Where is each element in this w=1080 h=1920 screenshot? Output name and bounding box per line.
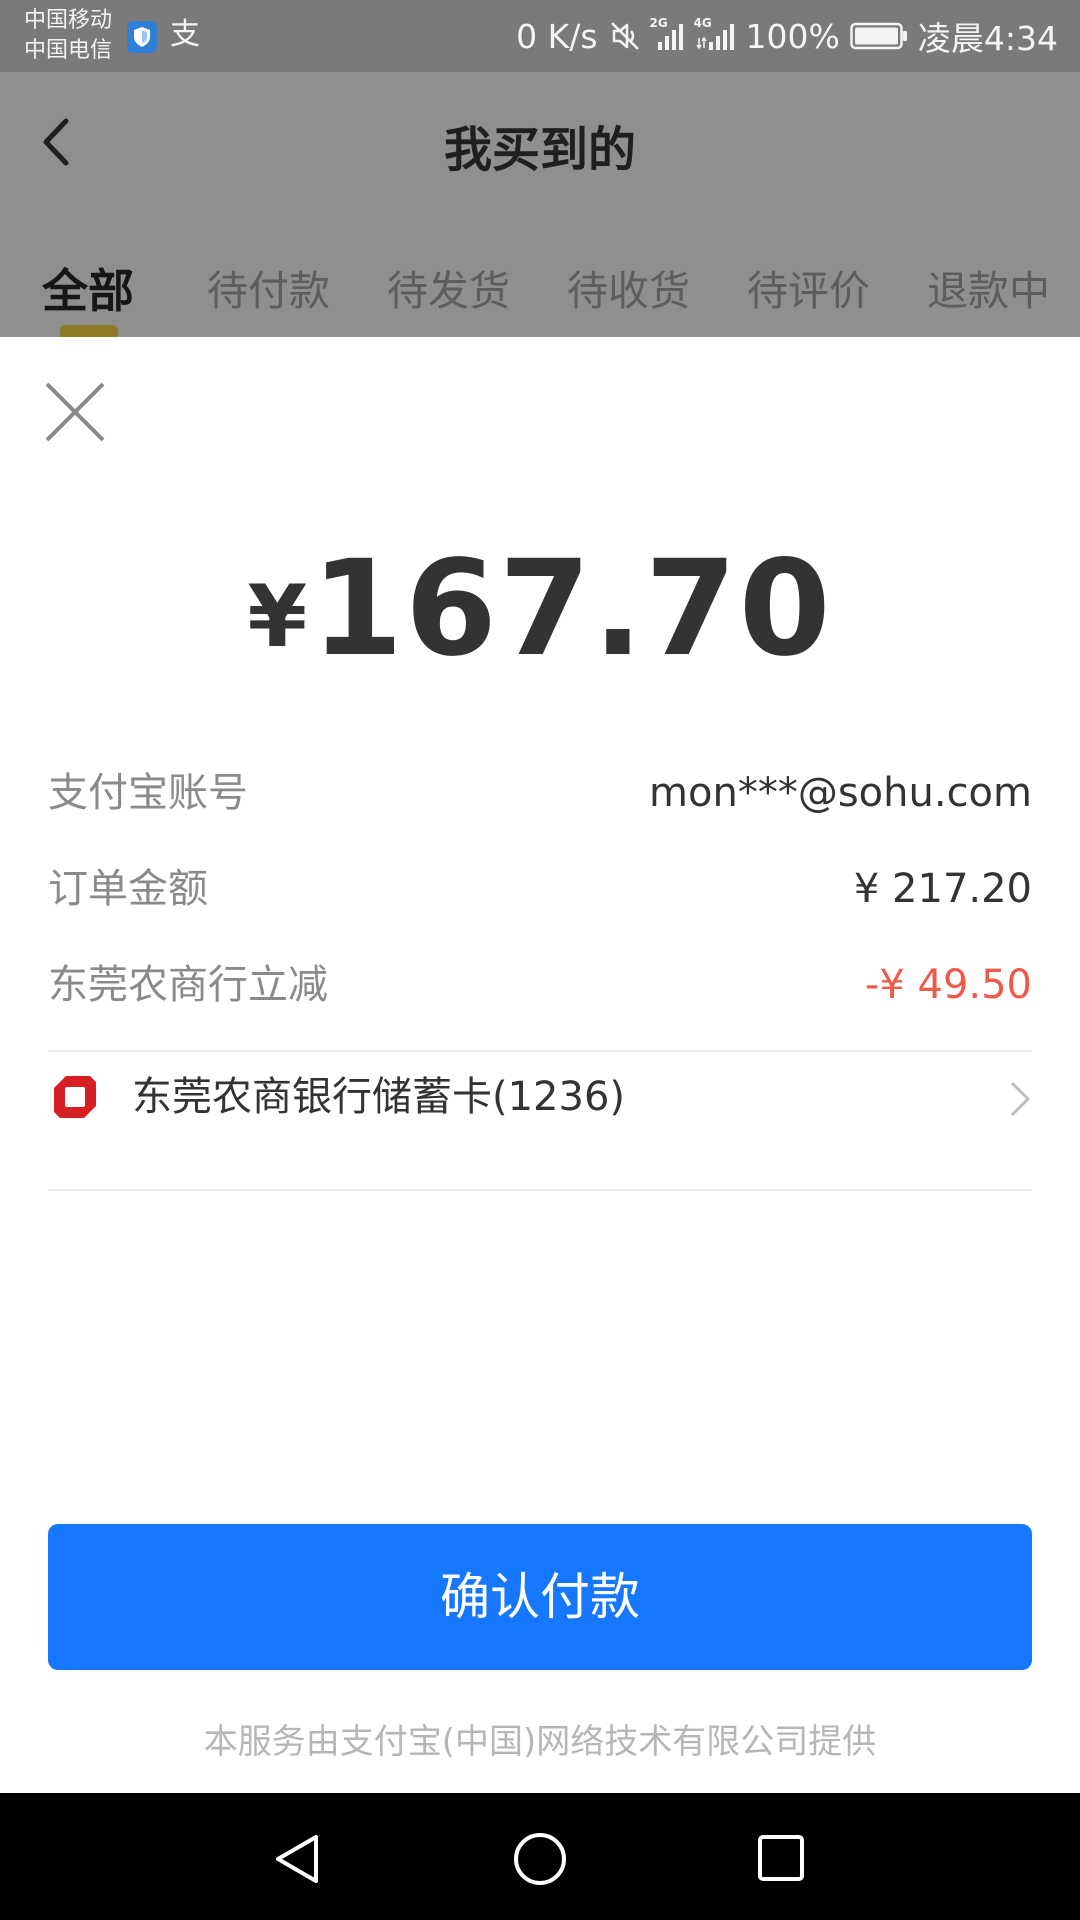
- close-icon[interactable]: [44, 381, 106, 443]
- amount-value: 167.70: [311, 532, 833, 686]
- navigation-bar: [0, 1793, 1080, 1920]
- shield-icon: [127, 21, 157, 53]
- service-provider-note: 本服务由支付宝(中国)网络技术有限公司提供: [203, 1722, 877, 1762]
- net-speed: 0 K/s: [516, 16, 598, 56]
- tab-all[interactable]: 全部: [42, 255, 134, 321]
- signal-4g-label: 4G: [693, 16, 712, 30]
- payment-amount: ¥167.70: [0, 532, 1080, 686]
- signal-4g: 4G: [694, 16, 736, 52]
- carrier-1: 中国移动: [24, 8, 113, 33]
- order-amount-row: 订单金额 ¥ 217.20: [48, 859, 1032, 919]
- bank-logo-icon: [54, 1076, 96, 1118]
- discount-value: -¥ 49.50: [864, 962, 1032, 1008]
- order-tabs: 全部 待付款 待发货 待收货 待评价 退款中: [0, 257, 1080, 337]
- account-value: mon***@sohu.com: [649, 770, 1032, 816]
- tab-indicator: [60, 325, 118, 337]
- divider: [48, 1050, 1032, 1052]
- tab-pending-shipment[interactable]: 待发货: [387, 257, 510, 317]
- payment-method-row[interactable]: 东莞农商银行储蓄卡(1236): [48, 1053, 1032, 1141]
- tab-pending-payment[interactable]: 待付款: [207, 257, 330, 317]
- account-row: 支付宝账号 mon***@sohu.com: [48, 763, 1032, 823]
- status-bar: 中国移动 中国电信 支 0 K/s 2G 4G 100% 凌晨4:34: [0, 0, 1080, 72]
- tab-pending-receipt[interactable]: 待收货: [567, 257, 690, 317]
- page-title: 我买到的: [443, 122, 636, 178]
- payment-sheet: ¥167.70 支付宝账号 mon***@sohu.com 订单金额 ¥ 217…: [0, 337, 1080, 1793]
- currency-symbol: ¥: [247, 567, 308, 667]
- confirm-payment-button[interactable]: 确认付款: [48, 1524, 1032, 1670]
- payment-method-label: 东莞农商银行储蓄卡(1236): [132, 1074, 626, 1120]
- order-amount-value: ¥ 217.20: [853, 866, 1032, 912]
- order-amount-label: 订单金额: [48, 866, 208, 912]
- mute-icon: [610, 22, 639, 50]
- chevron-right-icon: [1010, 1081, 1031, 1117]
- alipay-notification-icon: 支: [170, 17, 200, 52]
- battery-percent: 100%: [745, 16, 840, 56]
- status-indicators: 0 K/s 2G 4G 100% 凌晨4:34: [516, 0, 1058, 72]
- discount-row: 东莞农商行立减 -¥ 49.50: [48, 955, 1032, 1015]
- battery-icon: [850, 22, 907, 50]
- discount-label: 东莞农商行立减: [48, 962, 328, 1008]
- divider: [48, 1189, 1032, 1191]
- tab-pending-review[interactable]: 待评价: [747, 257, 870, 317]
- nav-back-icon[interactable]: [272, 1833, 324, 1885]
- signal-2g: 2G: [650, 16, 686, 52]
- account-label: 支付宝账号: [48, 770, 248, 816]
- nav-home-icon[interactable]: [512, 1831, 568, 1887]
- carrier-2: 中国电信: [24, 38, 113, 63]
- app-header: 我买到的 全部 待付款 待发货 待收货 待评价 退款中: [0, 72, 1080, 337]
- clock: 凌晨4:34: [917, 19, 1058, 58]
- nav-recent-apps-icon[interactable]: [756, 1833, 806, 1883]
- carrier-names: 中国移动 中国电信: [24, 6, 112, 66]
- tab-refunding[interactable]: 退款中: [927, 257, 1050, 317]
- signal-2g-label: 2G: [649, 16, 668, 30]
